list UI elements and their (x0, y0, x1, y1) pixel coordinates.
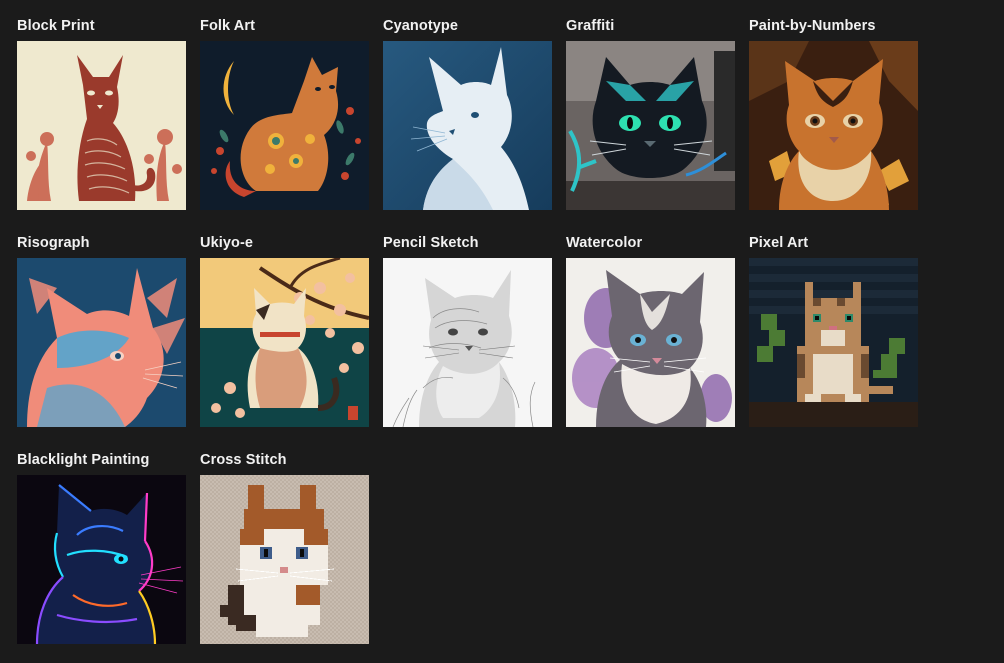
cat-watercolor-image[interactable] (566, 258, 735, 427)
card-title: Pixel Art (749, 235, 809, 251)
gallery-card-cyanotype: Cyanotype (383, 18, 552, 210)
card-title: Watercolor (566, 235, 643, 251)
style-gallery: Block Print Folk Art Cyanotype Graffiti … (0, 0, 1004, 663)
gallery-card-ukiyo-e: Ukiyo-e (200, 235, 369, 427)
gallery-card-block-print: Block Print (17, 18, 186, 210)
gallery-card-pencil-sketch: Pencil Sketch (383, 235, 552, 427)
cat-paint-by-numbers-image[interactable] (749, 41, 918, 210)
cat-pixel-art-image[interactable] (749, 258, 918, 427)
card-title: Pencil Sketch (383, 235, 479, 251)
gallery-card-blacklight-painting: Blacklight Painting (17, 452, 186, 644)
cat-folk-art-image[interactable] (200, 41, 369, 210)
card-title: Graffiti (566, 18, 615, 34)
card-title: Block Print (17, 18, 95, 34)
cat-ukiyo-e-image[interactable] (200, 258, 369, 427)
card-title: Folk Art (200, 18, 256, 34)
gallery-card-paint-by-numbers: Paint-by-Numbers (749, 18, 918, 210)
card-title: Ukiyo-e (200, 235, 254, 251)
card-title: Paint-by-Numbers (749, 18, 876, 34)
cat-block-print-image[interactable] (17, 41, 186, 210)
card-title: Blacklight Painting (17, 452, 150, 468)
gallery-card-watercolor: Watercolor (566, 235, 735, 427)
cat-pencil-sketch-image[interactable] (383, 258, 552, 427)
gallery-card-pixel-art: Pixel Art (749, 235, 918, 427)
gallery-card-cross-stitch: Cross Stitch (200, 452, 369, 644)
gallery-card-risograph: Risograph (17, 235, 186, 427)
cat-risograph-image[interactable] (17, 258, 186, 427)
gallery-card-graffiti: Graffiti (566, 18, 735, 210)
gallery-card-folk-art: Folk Art (200, 18, 369, 210)
card-title: Risograph (17, 235, 90, 251)
cat-cross-stitch-image[interactable] (200, 475, 369, 644)
card-title: Cross Stitch (200, 452, 287, 468)
cat-cyanotype-image[interactable] (383, 41, 552, 210)
cat-blacklight-painting-image[interactable] (17, 475, 186, 644)
cat-graffiti-image[interactable] (566, 41, 735, 210)
card-title: Cyanotype (383, 18, 459, 34)
